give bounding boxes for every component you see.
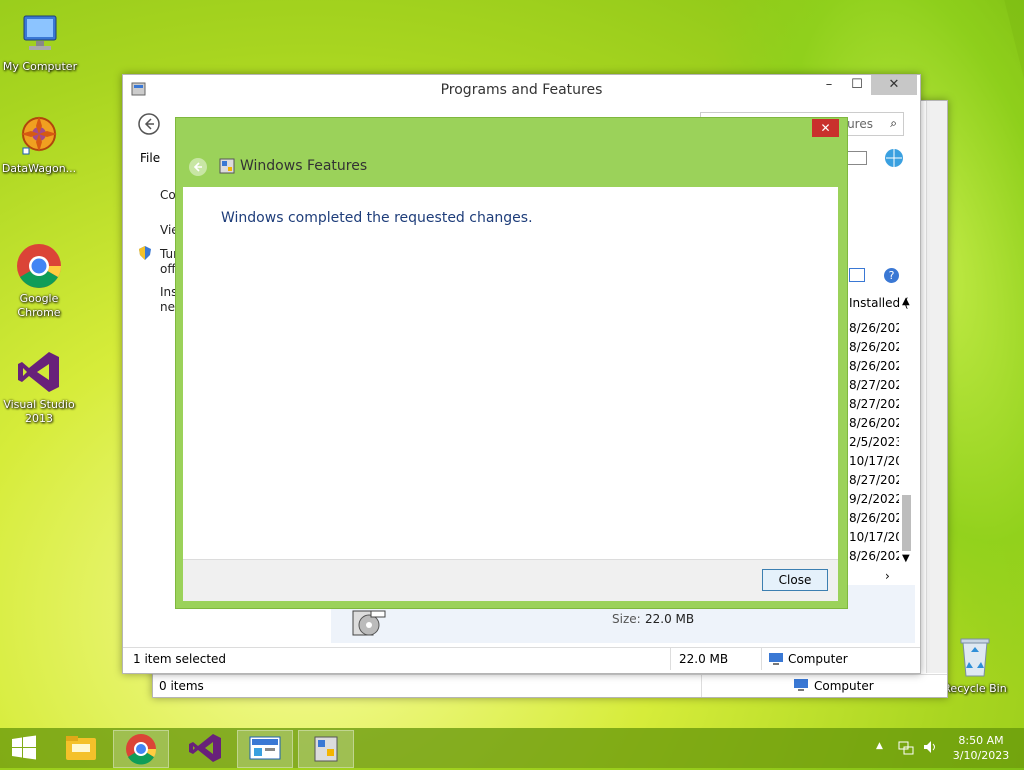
dialog-title: Windows Features bbox=[240, 158, 368, 174]
desktop-icon-label: Visual Studio 2013 bbox=[3, 398, 75, 425]
datawagon-icon bbox=[15, 112, 63, 160]
status-bar: 1 item selected 22.0 MB Computer bbox=[123, 647, 920, 670]
taskbar-control-panel[interactable] bbox=[237, 730, 293, 768]
desktop-icon-google-chrome[interactable]: Google Chrome bbox=[0, 214, 79, 334]
show-hidden-icons[interactable]: ▲ bbox=[876, 741, 883, 751]
dialog-close-icon[interactable]: ✕ bbox=[812, 119, 839, 137]
status-location: Computer bbox=[788, 652, 848, 666]
completion-message: Windows completed the requested changes. bbox=[221, 210, 533, 226]
windows-features-icon bbox=[219, 158, 235, 174]
installed-dates-list: 8/26/20218/26/20218/26/20218/27/20218/27… bbox=[849, 319, 899, 566]
taskbar-visual-studio[interactable] bbox=[176, 730, 230, 766]
taskbar-file-explorer[interactable] bbox=[54, 730, 108, 766]
installed-date-cell[interactable]: 8/26/2021 bbox=[849, 319, 899, 338]
left-link-control-panel-home[interactable]: Co bbox=[160, 188, 176, 202]
dialog-footer: Close bbox=[183, 559, 838, 601]
left-link-turn-features-2[interactable]: off bbox=[160, 262, 176, 276]
chrome-icon bbox=[15, 228, 63, 288]
desktop-icon-label: DataWagon... bbox=[1, 162, 77, 175]
volume-icon[interactable] bbox=[922, 739, 938, 755]
installed-date-cell[interactable]: 8/27/2021 bbox=[849, 471, 899, 490]
back-icon[interactable] bbox=[189, 158, 207, 176]
installed-date-cell[interactable]: 8/26/2021 bbox=[849, 509, 899, 528]
desktop-icon-my-computer[interactable]: My Computer bbox=[0, 10, 80, 74]
taskbar: ▲ 8:50 AM 3/10/2023 bbox=[0, 728, 1024, 768]
scroll-up-icon[interactable]: ▲ bbox=[902, 296, 910, 307]
status-location: Computer bbox=[814, 679, 874, 693]
file-menu[interactable]: File bbox=[140, 151, 160, 165]
shield-icon bbox=[137, 245, 153, 261]
scroll-right-icon[interactable]: › bbox=[885, 569, 890, 583]
installed-date-cell[interactable]: 8/26/2021 bbox=[849, 547, 899, 566]
installed-date-cell[interactable]: 8/26/2021 bbox=[849, 338, 899, 357]
minimize-button[interactable]: – bbox=[815, 75, 843, 95]
desktop-icon-visual-studio[interactable]: Visual Studio 2013 bbox=[0, 320, 79, 440]
column-header-installed-on[interactable]: Installed ( bbox=[849, 296, 909, 310]
visual-studio-icon bbox=[15, 334, 63, 392]
desktop-icon-datawagon[interactable]: DataWagon... bbox=[0, 112, 79, 176]
clock[interactable]: 8:50 AM 3/10/2023 bbox=[946, 733, 1016, 763]
list-scrollbar-thumb[interactable] bbox=[902, 495, 911, 551]
clock-time: 8:50 AM bbox=[958, 734, 1004, 747]
view-options-icon[interactable] bbox=[847, 151, 867, 165]
taskbar-chrome[interactable] bbox=[113, 730, 169, 768]
settings-globe-icon[interactable] bbox=[883, 147, 905, 169]
clock-date: 3/10/2023 bbox=[952, 749, 1010, 762]
help-icon[interactable]: ? bbox=[884, 268, 899, 283]
installed-date-cell[interactable]: 8/26/2021 bbox=[849, 357, 899, 376]
maximize-button[interactable]: ☐ bbox=[843, 75, 871, 95]
installer-icon bbox=[351, 607, 387, 639]
windows-features-dialog: ✕ Windows Features Windows completed the… bbox=[175, 117, 848, 609]
size-value: 22.0 MB bbox=[645, 612, 695, 626]
close-button[interactable]: ✕ bbox=[871, 75, 917, 95]
title-bar[interactable]: Programs and Features – ☐ ✕ bbox=[123, 75, 920, 101]
size-label: Size: bbox=[612, 612, 641, 626]
search-icon: ⌕ bbox=[890, 116, 897, 130]
back-icon[interactable] bbox=[137, 112, 161, 136]
network-icon[interactable] bbox=[898, 740, 914, 756]
computer-icon bbox=[16, 10, 64, 58]
start-button[interactable] bbox=[2, 730, 46, 766]
installed-date-cell[interactable]: 8/27/2021 bbox=[849, 376, 899, 395]
dialog-content: Windows completed the requested changes. bbox=[183, 187, 838, 559]
installed-date-cell[interactable]: 8/26/2021 bbox=[849, 414, 899, 433]
recycle-bin-icon bbox=[951, 632, 999, 680]
desktop-icon-label: Google Chrome bbox=[17, 292, 61, 319]
status-size: 22.0 MB bbox=[679, 652, 729, 666]
status-item-count: 0 items bbox=[159, 679, 204, 693]
window-title: Programs and Features bbox=[440, 82, 603, 98]
desktop-icon-label: My Computer bbox=[2, 60, 78, 73]
installed-date-cell[interactable]: 8/27/2021 bbox=[849, 395, 899, 414]
taskbar-windows-features[interactable] bbox=[298, 730, 354, 768]
computer-icon bbox=[793, 677, 809, 693]
window-scrollbar[interactable] bbox=[926, 101, 947, 673]
installed-date-cell[interactable]: 9/2/2022 bbox=[849, 490, 899, 509]
status-selected: 1 item selected bbox=[133, 652, 227, 666]
installed-date-cell[interactable]: 2/5/2023 bbox=[849, 433, 899, 452]
installed-date-cell[interactable]: 10/17/2021 bbox=[849, 452, 899, 471]
status-bar: 0 items Computer bbox=[153, 674, 947, 697]
computer-icon bbox=[768, 651, 784, 667]
installed-date-cell[interactable]: 10/17/2021 bbox=[849, 528, 899, 547]
close-button[interactable]: Close bbox=[762, 569, 828, 591]
scroll-down-icon[interactable]: ▼ bbox=[902, 553, 910, 564]
view-toggle-icon[interactable] bbox=[849, 268, 865, 282]
